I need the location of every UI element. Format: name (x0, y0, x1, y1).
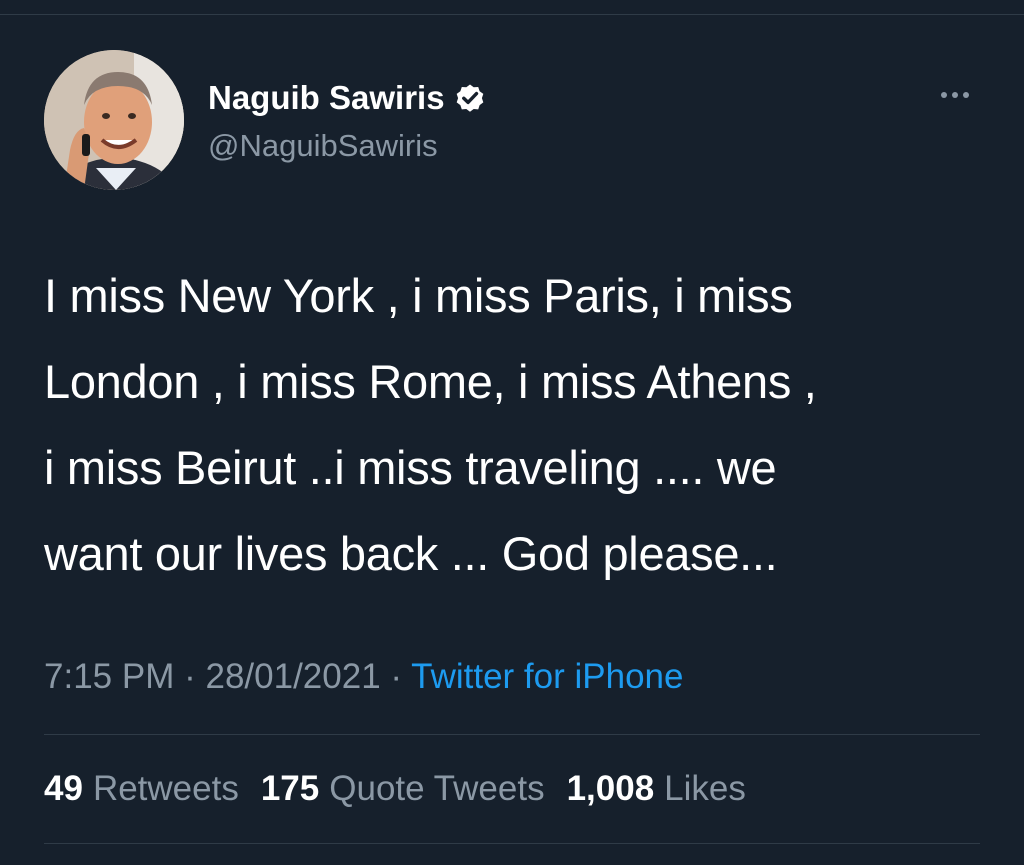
avatar[interactable] (44, 50, 184, 190)
likes-label: Likes (664, 769, 746, 808)
profile-photo-icon (44, 50, 184, 190)
retweets-label: Retweets (92, 769, 239, 808)
top-divider (0, 14, 1024, 15)
tweet-text-line: want our lives back ... God please... (44, 527, 778, 580)
meta-separator: · (184, 657, 206, 696)
author-name-row[interactable]: Naguib Sawiris (208, 78, 487, 118)
likes-stat[interactable]: 1,008 Likes (567, 766, 746, 812)
divider (44, 843, 980, 844)
author-handle[interactable]: @NaguibSawiris (208, 126, 438, 166)
tweet-text: I miss New York , i miss Paris, i miss L… (44, 253, 984, 597)
tweet-time[interactable]: 7:15 PM (44, 657, 174, 696)
tweet-stats: 49 Retweets 175 Quote Tweets 1,008 Likes (44, 766, 746, 812)
quote-tweets-stat[interactable]: 175 Quote Tweets (261, 766, 545, 812)
tweet-meta: 7:15 PM · 28/01/2021 · Twitter for iPhon… (44, 654, 683, 700)
retweets-count: 49 (44, 769, 83, 808)
meta-separator: · (390, 657, 412, 696)
more-dot-icon (941, 92, 947, 98)
tweet-card: Naguib Sawiris @NaguibSawiris I miss New… (0, 0, 1024, 865)
tweet-text-line: i miss Beirut ..i miss traveling .... we (44, 441, 777, 494)
likes-count: 1,008 (566, 769, 655, 808)
more-dot-icon (952, 92, 958, 98)
tweet-source-link[interactable]: Twitter for iPhone (411, 657, 683, 696)
tweet-date[interactable]: 28/01/2021 (205, 657, 380, 696)
more-options-button[interactable] (930, 80, 980, 110)
tweet-text-line: London , i miss Rome, i miss Athens , (44, 355, 817, 408)
more-dot-icon (963, 92, 969, 98)
divider (44, 734, 980, 735)
tweet-text-line: I miss New York , i miss Paris, i miss (44, 269, 793, 322)
retweets-stat[interactable]: 49 Retweets (44, 766, 239, 812)
quote-tweets-label: Quote Tweets (329, 769, 545, 808)
quote-tweets-count: 175 (260, 769, 320, 808)
display-name[interactable]: Naguib Sawiris (208, 78, 445, 118)
verified-badge-icon (453, 81, 487, 115)
